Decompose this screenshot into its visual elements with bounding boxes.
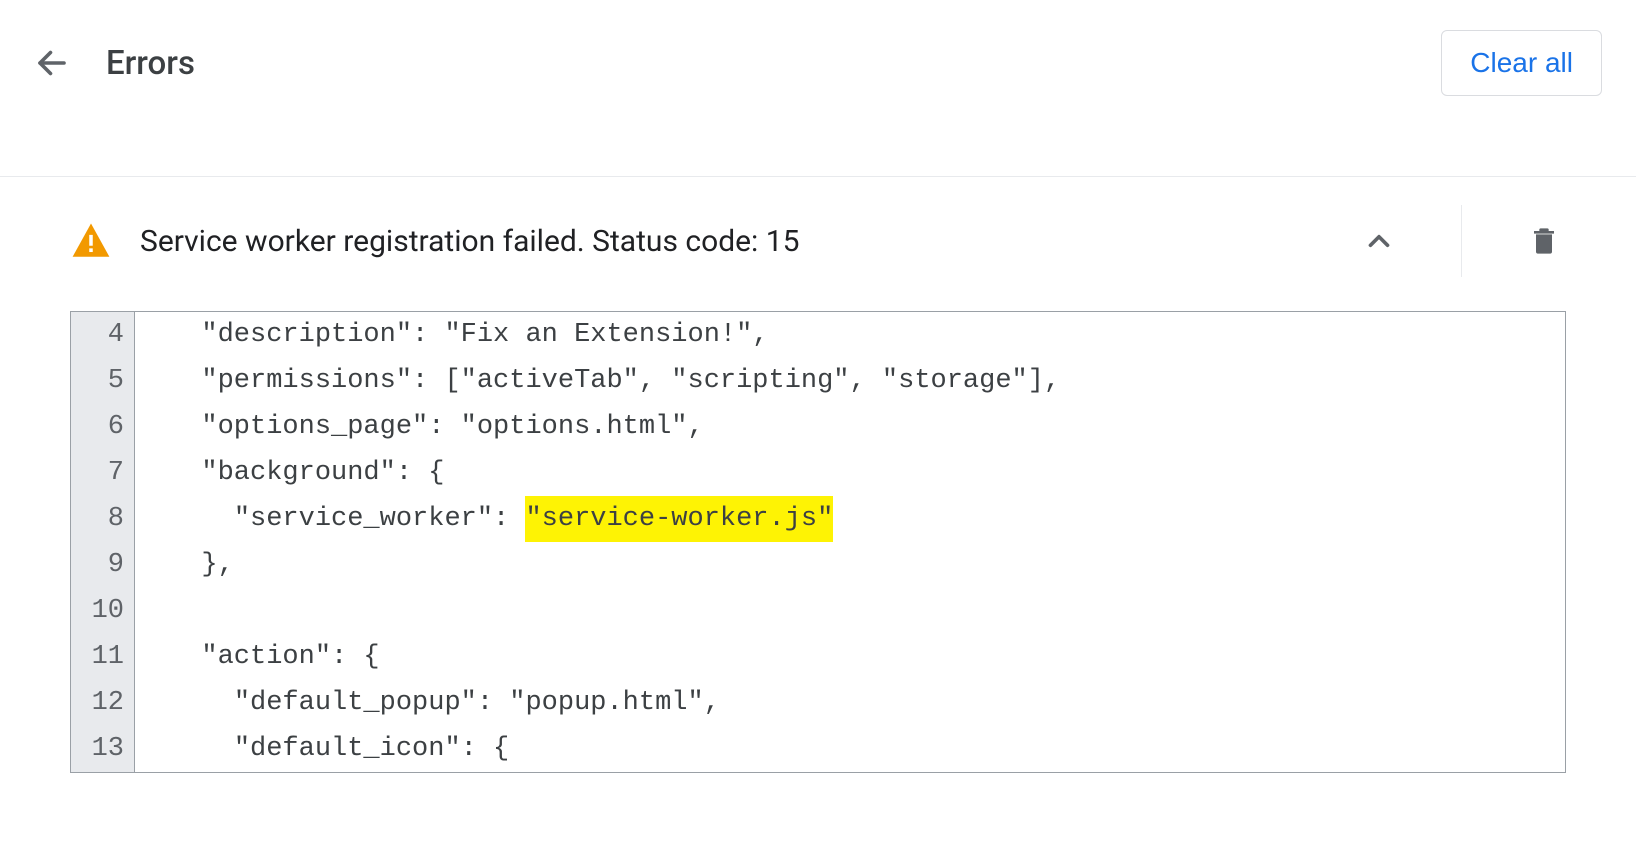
code-text: "service_worker": "service-worker.js" [135, 496, 833, 542]
back-button[interactable] [28, 39, 76, 87]
chevron-up-icon [1362, 224, 1396, 258]
code-text: "default_popup": "popup.html", [135, 680, 720, 726]
line-number: 5 [71, 358, 135, 404]
code-line: 11 "action": { [71, 634, 1565, 680]
code-text: }, [135, 542, 234, 588]
code-text: "options_page": "options.html", [135, 404, 704, 450]
code-line: 5 "permissions": ["activeTab", "scriptin… [71, 358, 1565, 404]
code-text: "action": { [135, 634, 380, 680]
code-text: "default_icon": { [135, 726, 509, 772]
code-line: 6 "options_page": "options.html", [71, 404, 1565, 450]
code-line: 7 "background": { [71, 450, 1565, 496]
error-block: Service worker registration failed. Stat… [0, 177, 1636, 773]
page-header: Errors Clear all [0, 0, 1636, 126]
code-line: 4 "description": "Fix an Extension!", [71, 312, 1565, 358]
line-number: 13 [71, 726, 135, 772]
highlighted-token: "service-worker.js" [525, 496, 833, 542]
arrow-left-icon [34, 45, 70, 81]
line-number: 8 [71, 496, 135, 542]
line-number: 9 [71, 542, 135, 588]
vertical-divider [1461, 205, 1462, 277]
line-number: 6 [71, 404, 135, 450]
code-line: 12 "default_popup": "popup.html", [71, 680, 1565, 726]
code-panel: 4 "description": "Fix an Extension!",5 "… [70, 311, 1566, 773]
clear-all-button[interactable]: Clear all [1441, 30, 1602, 96]
code-line: 8 "service_worker": "service-worker.js" [71, 496, 1565, 542]
code-text: "background": { [135, 450, 444, 496]
collapse-button[interactable] [1357, 219, 1401, 263]
warning-icon [70, 220, 112, 262]
code-text [135, 588, 169, 634]
code-line: 10 [71, 588, 1565, 634]
line-number: 4 [71, 312, 135, 358]
code-text: "permissions": ["activeTab", "scripting"… [135, 358, 1060, 404]
line-number: 10 [71, 588, 135, 634]
code-text: "description": "Fix an Extension!", [135, 312, 769, 358]
trash-icon [1528, 225, 1560, 257]
error-message: Service worker registration failed. Stat… [140, 224, 1329, 259]
line-number: 7 [71, 450, 135, 496]
page-title: Errors [106, 44, 195, 83]
code-line: 13 "default_icon": { [71, 726, 1565, 772]
line-number: 12 [71, 680, 135, 726]
error-header: Service worker registration failed. Stat… [70, 177, 1566, 305]
code-line: 9 }, [71, 542, 1565, 588]
delete-button[interactable] [1522, 219, 1566, 263]
line-number: 11 [71, 634, 135, 680]
